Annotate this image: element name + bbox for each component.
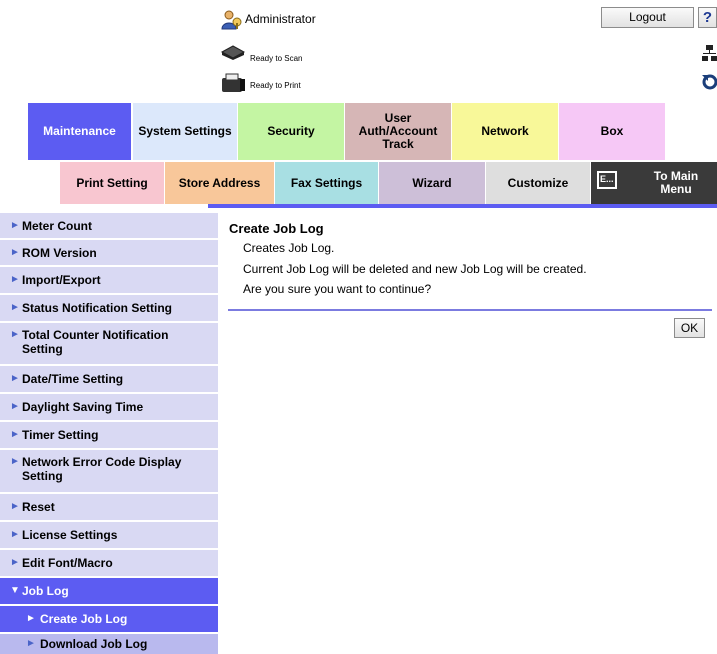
tab-security[interactable]: Security bbox=[238, 103, 344, 160]
sidebar-item-meter-count[interactable]: ► Meter Count bbox=[0, 213, 218, 238]
sidebar-item-license-settings[interactable]: ► License Settings bbox=[0, 522, 218, 548]
logout-button[interactable]: Logout bbox=[601, 7, 694, 28]
administrator-icon bbox=[221, 10, 243, 30]
sidebar-item-create-job-log[interactable]: ► Create Job Log bbox=[0, 606, 218, 632]
main-menu-icon: E... bbox=[597, 171, 617, 189]
sidebar-item-status-notification[interactable]: ► Status Notification Setting bbox=[0, 295, 218, 321]
arrow-right-icon: ► bbox=[10, 429, 20, 440]
tab-divider bbox=[208, 204, 717, 208]
sidebar-item-rom-version[interactable]: ► ROM Version bbox=[0, 240, 218, 265]
network-icon[interactable] bbox=[702, 45, 717, 61]
print-status: Ready to Print bbox=[250, 81, 301, 90]
arrow-right-icon: ► bbox=[10, 501, 20, 512]
tab-system-settings[interactable]: System Settings bbox=[133, 103, 237, 160]
arrow-right-icon: ► bbox=[10, 246, 20, 258]
sidebar-item-daylight-saving[interactable]: ► Daylight Saving Time bbox=[0, 394, 218, 420]
sidebar-item-edit-font-macro[interactable]: ► Edit Font/Macro bbox=[0, 550, 218, 576]
sidebar-item-total-counter-notification[interactable]: ► Total Counter Notification Setting bbox=[0, 323, 218, 364]
scan-status: Ready to Scan bbox=[250, 54, 303, 63]
sidebar-item-job-log[interactable]: ▼ Job Log bbox=[0, 578, 218, 604]
sidebar-item-download-job-log[interactable]: ► Download Job Log bbox=[0, 634, 218, 654]
sidebar-item-network-error-code[interactable]: ► Network Error Code Display Setting bbox=[0, 450, 218, 492]
sidebar-item-date-time-setting[interactable]: ► Date/Time Setting bbox=[0, 366, 218, 392]
description-line: Creates Job Log. bbox=[243, 241, 335, 255]
sidebar-item-reset[interactable]: ► Reset bbox=[0, 494, 218, 520]
description-line: Current Job Log will be deleted and new … bbox=[243, 262, 587, 276]
refresh-icon[interactable] bbox=[702, 73, 717, 91]
tab-store-address[interactable]: Store Address bbox=[165, 162, 274, 204]
tab-network[interactable]: Network bbox=[452, 103, 558, 160]
sidebar-item-import-export[interactable]: ► Import/Export bbox=[0, 267, 218, 293]
tab-fax-settings[interactable]: Fax Settings bbox=[275, 162, 378, 204]
arrow-right-icon: ► bbox=[10, 456, 20, 467]
arrow-right-icon: ► bbox=[10, 557, 20, 568]
arrow-right-icon: ► bbox=[10, 274, 20, 285]
tab-box[interactable]: Box bbox=[559, 103, 665, 160]
arrow-right-icon: ► bbox=[10, 329, 20, 340]
sidebar-item-timer-setting[interactable]: ► Timer Setting bbox=[0, 422, 218, 448]
scanner-icon bbox=[220, 44, 246, 60]
arrow-right-icon: ► bbox=[10, 219, 20, 231]
tab-print-setting[interactable]: Print Setting bbox=[60, 162, 164, 204]
confirm-question: Are you sure you want to continue? bbox=[243, 282, 432, 296]
printer-icon bbox=[220, 73, 246, 93]
tab-customize[interactable]: Customize bbox=[486, 162, 590, 204]
arrow-right-icon: ► bbox=[10, 373, 20, 384]
arrow-right-icon: ► bbox=[10, 529, 20, 540]
tab-to-main-menu[interactable]: E... To Main Menu bbox=[591, 162, 717, 204]
ok-button[interactable]: OK bbox=[674, 318, 705, 338]
help-button[interactable]: ? bbox=[698, 7, 717, 28]
arrow-right-icon: ► bbox=[26, 613, 36, 624]
content-divider bbox=[228, 309, 712, 311]
tab-maintenance[interactable]: Maintenance bbox=[28, 103, 131, 160]
tab-user-auth-account-track[interactable]: User Auth/Account Track bbox=[345, 103, 451, 160]
arrow-down-icon: ▼ bbox=[10, 585, 20, 596]
arrow-right-icon: ► bbox=[10, 401, 20, 412]
tab-wizard[interactable]: Wizard bbox=[379, 162, 485, 204]
page-title: Create Job Log bbox=[229, 221, 324, 236]
user-label: Administrator bbox=[245, 12, 316, 26]
arrow-right-icon: ► bbox=[10, 302, 20, 313]
arrow-right-icon: ► bbox=[26, 638, 36, 649]
